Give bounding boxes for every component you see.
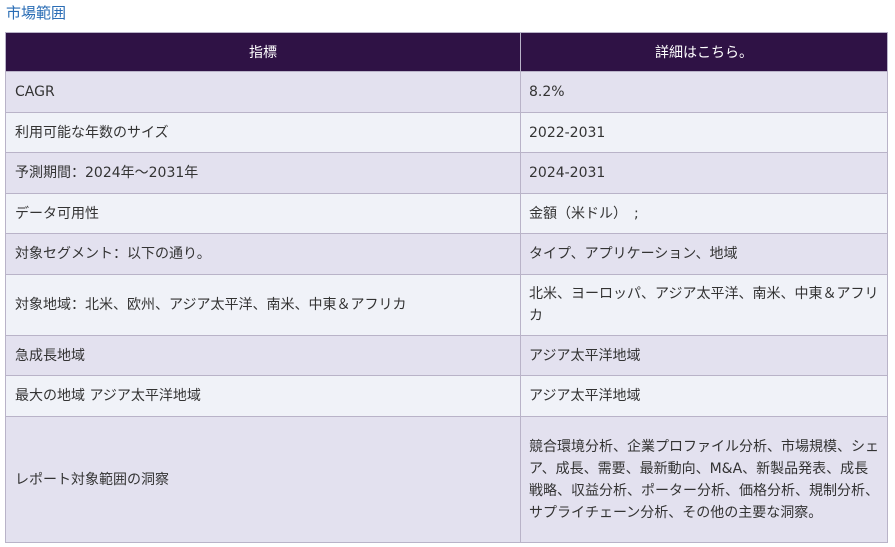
row-value: 2022-2031 xyxy=(520,112,888,153)
table-row: CAGR 8.2% xyxy=(5,71,888,113)
row-value: 金額（米ドル） ; xyxy=(520,193,888,234)
column-header-metric: 指標 xyxy=(5,32,521,72)
table-row: データ可用性 金額（米ドル） ; xyxy=(5,193,888,234)
row-key: データ可用性 xyxy=(5,193,521,234)
market-scope-table: 指標 詳細はこちら。 CAGR 8.2% 利用可能な年数のサイズ 2022-20… xyxy=(5,32,888,543)
row-value: アジア太平洋地域 xyxy=(520,335,888,376)
row-value: 2024-2031 xyxy=(520,152,888,194)
table-row: 対象地域：北米、欧州、アジア太平洋、南米、中東＆アフリカ 北米、ヨーロッパ、アジ… xyxy=(5,274,888,336)
row-key: 対象地域：北米、欧州、アジア太平洋、南米、中東＆アフリカ xyxy=(5,274,521,336)
table-row: 利用可能な年数のサイズ 2022-2031 xyxy=(5,112,888,153)
table-row: 対象セグメント：以下の通り。 タイプ、アプリケーション、地域 xyxy=(5,233,888,275)
row-value: 北米、ヨーロッパ、アジア太平洋、南米、中東＆アフリカ xyxy=(520,274,888,336)
table-row: 予測期間：2024年～2031年 2024-2031 xyxy=(5,152,888,194)
row-value: 競合環境分析、企業プロファイル分析、市場規模、シェア、成長、需要、最新動向、M&… xyxy=(520,416,888,543)
table-row: 最大の地域 アジア太平洋地域 アジア太平洋地域 xyxy=(5,375,888,417)
column-header-details: 詳細はこちら。 xyxy=(520,32,888,72)
row-value: タイプ、アプリケーション、地域 xyxy=(520,233,888,275)
row-key: 最大の地域 アジア太平洋地域 xyxy=(5,375,521,417)
row-key: 急成長地域 xyxy=(5,335,521,376)
row-value: アジア太平洋地域 xyxy=(520,375,888,417)
table-row: 急成長地域 アジア太平洋地域 xyxy=(5,335,888,376)
table-row: レポート対象範囲の洞察 競合環境分析、企業プロファイル分析、市場規模、シェア、成… xyxy=(5,416,888,543)
row-key: 予測期間：2024年～2031年 xyxy=(5,152,521,194)
row-key: 対象セグメント：以下の通り。 xyxy=(5,233,521,275)
row-key: CAGR xyxy=(5,71,521,113)
section-title: 市場範囲 xyxy=(6,4,67,22)
table-header-row: 指標 詳細はこちら。 xyxy=(5,32,888,72)
row-key: レポート対象範囲の洞察 xyxy=(5,416,521,543)
row-value: 8.2% xyxy=(520,71,888,113)
row-key: 利用可能な年数のサイズ xyxy=(5,112,521,153)
